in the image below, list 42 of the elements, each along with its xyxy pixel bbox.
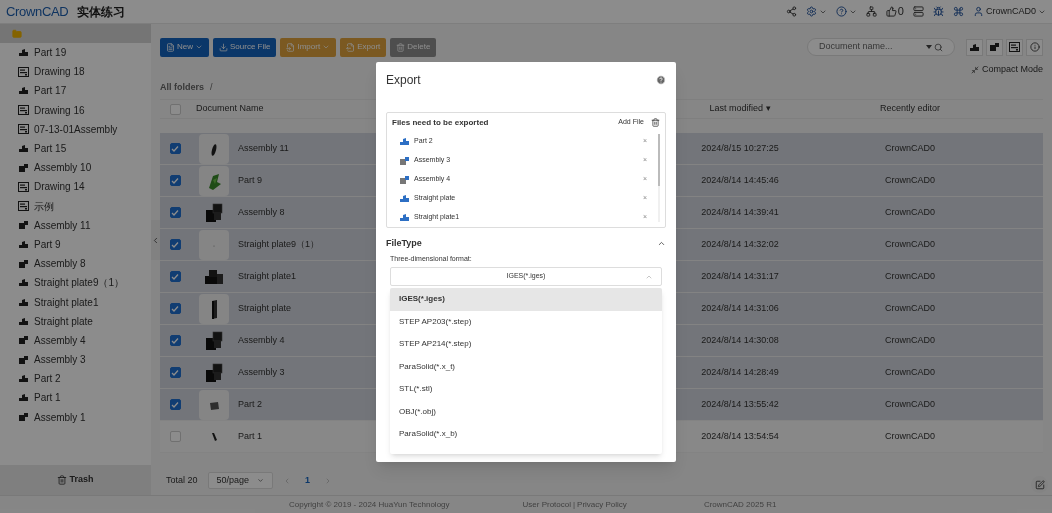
table-cell-text: CrownCAD0: [885, 365, 935, 379]
table-cell: Straight plate9（1）: [238, 238, 320, 249]
section-title: Files need to be exported: [392, 116, 489, 129]
table-cell-text: CrownCAD0: [885, 429, 935, 443]
table-cell-text: 2024/8/14 14:45:46: [701, 173, 779, 187]
table-cell: Part 2: [238, 398, 262, 409]
table-cell-text: 2024/8/14 14:28:49: [701, 365, 779, 379]
table-cell-text: 2024/8/15 10:27:25: [701, 141, 779, 155]
table-cell-text: 2024/8/14 14:39:41: [701, 205, 779, 219]
table-cell-text: CrownCAD0: [885, 333, 935, 347]
version-text: CrownCAD 2025 R1: [703, 498, 777, 511]
table-cell: Assembly 4: [238, 334, 285, 345]
link-separator: |: [573, 498, 576, 511]
app-title: 实体练习: [77, 3, 126, 21]
table-cell: Part 9: [238, 174, 262, 185]
like-count: 0: [897, 4, 904, 20]
copyright-text: Copyright © 2019 - 2024 HuaYun Technology: [289, 498, 450, 511]
section-title: FileType: [386, 237, 422, 250]
table-cell: Part 1: [238, 430, 262, 441]
table-cell-text: CrownCAD0: [885, 301, 935, 315]
dialog-title: Export: [386, 72, 421, 89]
table-cell-text: CrownCAD0: [885, 141, 935, 155]
table-cell-text: 2024/8/14 13:54:54: [701, 429, 779, 443]
table-cell-text: CrownCAD0: [885, 205, 935, 219]
table-cell-text: 2024/8/14 14:31:17: [701, 269, 779, 283]
column-header: Document Name: [195, 102, 265, 116]
table-cell-text: CrownCAD0: [885, 173, 935, 187]
column-header: Recently editor: [879, 102, 941, 116]
table-cell-text: 2024/8/14 14:32:02: [701, 237, 779, 251]
table-cell-text: CrownCAD0: [885, 269, 935, 283]
breadcrumb-separator: /: [210, 80, 213, 94]
total-count: Total 20: [166, 473, 198, 487]
table-cell-text: 2024/8/14 14:30:08: [701, 333, 779, 347]
table-cell-text: CrownCAD0: [885, 397, 935, 411]
table-cell-text: CrownCAD0: [885, 237, 935, 251]
table-cell: Straight plate1: [238, 270, 297, 281]
table-cell-text: 2024/8/14 14:31:06: [701, 301, 779, 315]
table-cell: Assembly 8: [238, 206, 285, 217]
table-cell: Assembly 11: [238, 142, 289, 153]
table-cell: Straight plate: [238, 302, 292, 313]
table-cell: Assembly 3: [238, 366, 285, 377]
table-cell-text: 2024/8/14 13:55:42: [701, 397, 779, 411]
